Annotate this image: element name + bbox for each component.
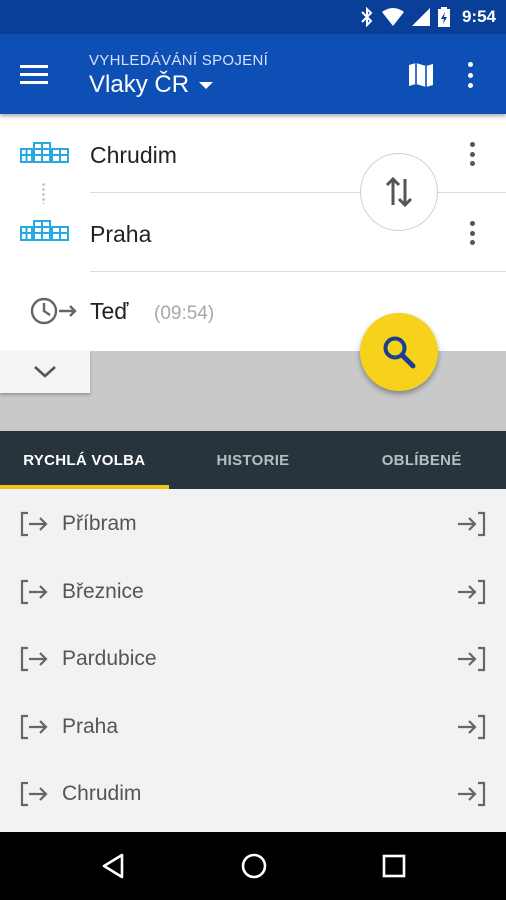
tab-history[interactable]: HISTORIE bbox=[169, 431, 338, 489]
list-item-label: Březnice bbox=[62, 579, 144, 603]
search-icon bbox=[383, 336, 416, 369]
set-as-to-icon[interactable] bbox=[456, 714, 486, 740]
departure-time-value: (09:54) bbox=[154, 303, 215, 324]
list-item-label: Pardubice bbox=[62, 647, 157, 670]
list-item[interactable]: Chrudim bbox=[0, 759, 506, 827]
from-station[interactable]: Chrudim bbox=[90, 142, 177, 169]
list-item-label: Příbram bbox=[62, 512, 137, 535]
list-item-label: Praha bbox=[62, 714, 119, 738]
back-icon[interactable] bbox=[100, 852, 126, 880]
swap-icon bbox=[385, 176, 413, 208]
divider bbox=[90, 271, 506, 272]
list-item-label: Chrudim bbox=[62, 782, 142, 805]
system-nav-bar bbox=[0, 832, 506, 900]
divider bbox=[90, 192, 506, 193]
status-bar: 9:54 bbox=[0, 0, 506, 34]
swap-stations-button[interactable] bbox=[360, 153, 438, 231]
set-as-from-icon[interactable] bbox=[20, 646, 50, 672]
to-station[interactable]: Praha bbox=[90, 221, 151, 248]
home-icon[interactable] bbox=[240, 852, 268, 880]
set-as-from-icon[interactable] bbox=[20, 579, 50, 605]
from-options-icon[interactable] bbox=[467, 142, 477, 166]
status-icons: 9:54 bbox=[360, 0, 496, 34]
list-item[interactable]: Praha bbox=[0, 692, 506, 760]
expand-options-button[interactable] bbox=[0, 351, 90, 393]
dropdown-caret-icon bbox=[199, 81, 214, 89]
tab-bar: RYCHLÁ VOLBA HISTORIE OBLÍBENÉ bbox=[0, 431, 506, 489]
map-icon[interactable] bbox=[406, 60, 436, 90]
app-bar: VYHLEDÁVÁNÍ SPOJENÍ Vlaky ČR bbox=[0, 34, 506, 114]
set-as-to-icon[interactable] bbox=[456, 511, 486, 537]
tab-quick-choice[interactable]: RYCHLÁ VOLBA bbox=[0, 431, 169, 489]
route-connector bbox=[42, 182, 45, 204]
set-as-to-icon[interactable] bbox=[456, 646, 486, 672]
battery-charging-icon bbox=[437, 7, 450, 27]
bluetooth-icon bbox=[361, 7, 373, 27]
set-as-to-icon[interactable] bbox=[456, 579, 486, 605]
departure-time[interactable]: Teď bbox=[90, 298, 128, 325]
status-time: 9:54 bbox=[461, 7, 496, 26]
overflow-menu-icon[interactable] bbox=[460, 60, 480, 90]
recents-icon[interactable] bbox=[381, 852, 407, 880]
list-item[interactable]: Březnice bbox=[0, 557, 506, 625]
menu-icon[interactable] bbox=[20, 58, 56, 90]
set-as-from-icon[interactable] bbox=[20, 781, 50, 807]
app-selector[interactable]: Vlaky ČR bbox=[89, 71, 214, 99]
from-station-icon bbox=[20, 142, 69, 163]
connection-search-card: Chrudim Praha Teď (09:54) bbox=[0, 114, 506, 351]
clock-arrow-icon bbox=[30, 297, 77, 325]
to-options-icon[interactable] bbox=[467, 221, 477, 245]
quick-choice-list: Příbram Březnice Pardubice Praha Chrudim bbox=[0, 489, 506, 827]
app-bar-title: Vlaky ČR bbox=[89, 71, 190, 98]
to-station-icon bbox=[20, 220, 69, 241]
set-as-to-icon[interactable] bbox=[456, 781, 486, 807]
set-as-from-icon[interactable] bbox=[20, 511, 50, 537]
list-item[interactable]: Pardubice bbox=[0, 624, 506, 692]
search-button[interactable] bbox=[360, 313, 438, 391]
signal-icon bbox=[411, 8, 430, 26]
wifi-icon bbox=[381, 8, 404, 26]
chevron-down-icon bbox=[34, 366, 56, 378]
app-bar-subtitle: VYHLEDÁVÁNÍ SPOJENÍ bbox=[89, 52, 269, 69]
list-item[interactable]: Příbram bbox=[0, 489, 506, 557]
tab-favorites[interactable]: OBLÍBENÉ bbox=[337, 431, 506, 489]
set-as-from-icon[interactable] bbox=[20, 714, 50, 740]
